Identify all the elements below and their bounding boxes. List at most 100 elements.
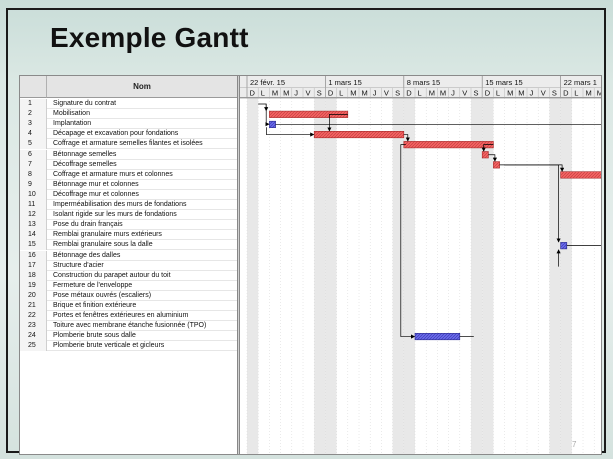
- day-letter: D: [250, 89, 256, 98]
- task-name: Coffrage et armature semelles filantes e…: [53, 140, 203, 148]
- row-number: 3: [20, 119, 47, 130]
- day-letter: V: [462, 89, 467, 98]
- day-letter: S: [474, 89, 479, 98]
- table-row[interactable]: 7 Décoffrage semelles: [20, 159, 238, 170]
- day-letter: M: [586, 89, 592, 98]
- day-letter: J: [373, 89, 377, 98]
- table-row[interactable]: 18 Construction du parapet autour du toit: [20, 270, 238, 281]
- page-number: 7: [572, 440, 577, 449]
- task-name: Implantation: [53, 120, 92, 128]
- table-row[interactable]: 4 Décapage et excavation pour fondations: [20, 129, 238, 140]
- row-number: 17: [20, 260, 47, 271]
- slide: Exemple Gantt Nom 1 Signature du contrat 2…: [0, 0, 613, 459]
- day-letter: D: [328, 89, 334, 98]
- column-header-name[interactable]: Nom: [47, 76, 238, 98]
- day-letter: L: [261, 89, 265, 98]
- table-row[interactable]: 17 Structure d'acier: [20, 260, 238, 271]
- table-row[interactable]: 25 Plomberie brute verticale et gicleurs: [20, 341, 238, 352]
- task-name: Imperméabilisation des murs de fondation…: [53, 201, 187, 208]
- table-row[interactable]: 9 Bétonnage mur et colonnes: [20, 179, 238, 190]
- row-number: 23: [20, 321, 47, 332]
- task-name: Remblai granulaire sous la dalle: [53, 241, 153, 249]
- table-row[interactable]: 21 Brique et finition extérieure: [20, 301, 238, 311]
- task-bar: [481, 151, 489, 159]
- table-row[interactable]: 20 Pose métaux ouvrés (escaliers): [20, 290, 238, 301]
- table-row[interactable]: 14 Remblai granulaire murs extérieurs: [20, 230, 238, 241]
- day-letter: J: [294, 89, 298, 98]
- table-row[interactable]: 3 Implantation: [20, 119, 238, 130]
- table-row[interactable]: 2 Mobilisation: [20, 109, 238, 120]
- day-letter: D: [563, 89, 569, 98]
- weekend-shade: [560, 98, 572, 454]
- task-bar: [403, 141, 494, 149]
- slide-title: Exemple Gantt: [50, 22, 249, 53]
- row-number: 21: [20, 301, 47, 311]
- task-name: Mobilisation: [53, 110, 90, 118]
- table-row[interactable]: 10 Décoffrage mur et colonnes: [20, 189, 238, 200]
- table-row[interactable]: 16 Bétonnage des dalles: [20, 250, 238, 261]
- table-row[interactable]: 22 Portes et fenêtres extérieures en alum…: [20, 311, 238, 322]
- table-row[interactable]: 12 Isolant rigide sur les murs de fondati…: [20, 210, 238, 221]
- table-row[interactable]: 6 Bétonnage semelles: [20, 149, 238, 160]
- task-name: Décapage et excavation pour fondations: [53, 130, 179, 138]
- day-letter: M: [507, 89, 513, 98]
- row-number: 19: [20, 280, 47, 291]
- row-number: 24: [20, 331, 47, 342]
- task-bar: [414, 332, 461, 341]
- task-name: Structure d'acier: [53, 261, 104, 269]
- task-name: Portes et fenêtres extérieures en alumin…: [53, 312, 189, 320]
- task-name: Bétonnage semelles: [53, 150, 117, 158]
- task-name: Coffrage et armature murs et colonnes: [53, 170, 173, 178]
- day-letter: D: [406, 89, 412, 98]
- week-label: 1 mars 15: [328, 78, 361, 87]
- day-letter: V: [306, 89, 311, 98]
- row-number: 14: [20, 230, 47, 241]
- table-row[interactable]: 19 Fermeture de l'enveloppe: [20, 280, 238, 291]
- row-number: 10: [20, 189, 47, 200]
- table-row[interactable]: 11 Imperméabilisation des murs de fondati…: [20, 200, 238, 210]
- row-number: 5: [20, 139, 47, 150]
- row-number: 4: [20, 129, 47, 140]
- task-bar: [493, 161, 500, 169]
- task-name: Décoffrage mur et colonnes: [53, 190, 139, 198]
- task-name: Toiture avec membrane étanche fusionnée …: [53, 322, 207, 330]
- row-number: 22: [20, 311, 47, 322]
- row-number: 12: [20, 210, 47, 221]
- day-letter: S: [395, 89, 400, 98]
- table-row[interactable]: 15 Remblai granulaire sous la dalle: [20, 240, 238, 251]
- column-header-number[interactable]: [20, 76, 47, 98]
- weekend-shade: [403, 98, 415, 454]
- weekend-shade: [247, 98, 259, 454]
- timeline-chart: 22 févr. 15D L M M J V S1 mars 15D L M M J V S8 mars…: [240, 76, 601, 454]
- weekend-shade: [549, 98, 561, 454]
- task-name: Décoffrage semelles: [53, 160, 117, 168]
- row-number: 7: [20, 159, 47, 170]
- row-number: 2: [20, 109, 47, 120]
- day-letter: M: [362, 89, 368, 98]
- day-letter: L: [418, 89, 422, 98]
- table-row[interactable]: 1 Signature du contrat: [20, 99, 238, 109]
- day-letter: M: [283, 89, 289, 98]
- table-row[interactable]: 24 Plomberie brute sous dalle: [20, 331, 238, 342]
- weekend-shade: [325, 98, 337, 454]
- task-name: Isolant rigide sur les murs de fondation…: [53, 211, 177, 219]
- week-label: 22 mars 1: [564, 78, 597, 87]
- table-row[interactable]: 8 Coffrage et armature murs et colonnes: [20, 169, 238, 180]
- day-letter: S: [317, 89, 322, 98]
- day-letter: M: [518, 89, 524, 98]
- task-name: Bétonnage mur et colonnes: [53, 180, 139, 188]
- table-row[interactable]: 5 Coffrage et armature semelles filantes …: [20, 139, 238, 150]
- day-letter: L: [574, 89, 578, 98]
- day-letter: J: [530, 89, 534, 98]
- task-name: Plomberie brute sous dalle: [53, 332, 136, 340]
- table-row[interactable]: 13 Pose du drain français: [20, 220, 238, 231]
- task-bar: [560, 171, 601, 179]
- task-name: Pose du drain français: [53, 221, 123, 229]
- day-letter: V: [384, 89, 389, 98]
- table-row[interactable]: 23 Toiture avec membrane étanche fusionné…: [20, 321, 238, 332]
- task-name: Fermeture de l'enveloppe: [53, 281, 133, 289]
- weekend-shade: [392, 98, 404, 454]
- row-number: 15: [20, 240, 47, 251]
- row-number: 16: [20, 250, 47, 261]
- task-name: Plomberie brute verticale et gicleurs: [53, 342, 165, 350]
